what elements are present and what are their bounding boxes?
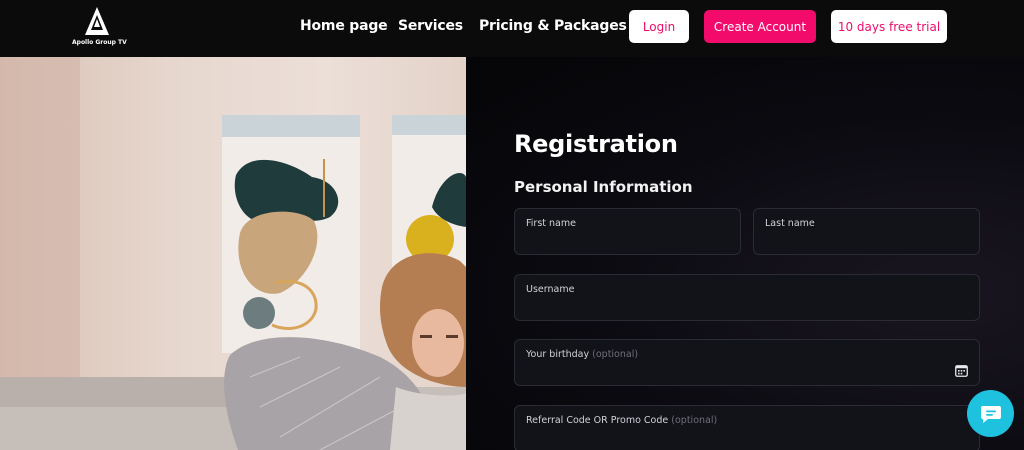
birthday-label-text: Your birthday — [526, 349, 590, 360]
birthday-label: Your birthday (optional) — [526, 349, 638, 360]
birthday-input[interactable] — [525, 362, 969, 380]
last-name-label: Last name — [765, 218, 815, 229]
chat-button[interactable] — [967, 390, 1014, 437]
nav-home-page[interactable]: Home page — [300, 18, 388, 34]
referral-label-text: Referral Code OR Promo Code — [526, 415, 669, 426]
first-name-input[interactable] — [525, 231, 730, 249]
last-name-input[interactable] — [764, 231, 969, 249]
username-label: Username — [526, 284, 575, 295]
free-trial-button[interactable]: 10 days free trial — [831, 10, 947, 43]
referral-code-label: Referral Code OR Promo Code (optional) — [526, 415, 717, 426]
first-name-field[interactable]: First name — [514, 208, 741, 255]
create-account-button[interactable]: Create Account — [704, 10, 816, 43]
nav-services[interactable]: Services — [398, 18, 463, 34]
calendar-icon[interactable] — [955, 364, 968, 377]
registration-title: Registration — [514, 130, 678, 158]
chat-icon — [980, 405, 1001, 423]
personal-information-heading: Personal Information — [514, 178, 693, 196]
first-name-label: First name — [526, 218, 576, 229]
nav-pricing-packages[interactable]: Pricing & Packages — [479, 18, 627, 34]
username-field[interactable]: Username — [514, 274, 980, 321]
last-name-field[interactable]: Last name — [753, 208, 980, 255]
username-input[interactable] — [525, 297, 969, 315]
brand-logo[interactable]: Apollo Group TV — [72, 6, 127, 48]
hero-photo — [0, 57, 466, 450]
referral-code-input[interactable] — [525, 428, 969, 446]
referral-optional-hint: (optional) — [671, 415, 718, 426]
registration-panel: Registration Personal Information First … — [466, 57, 1024, 450]
logo-icon — [85, 7, 109, 35]
login-button[interactable]: Login — [629, 10, 689, 43]
top-navigation-bar: Apollo Group TV Home page Services Prici… — [0, 0, 1024, 57]
photo-illustration — [0, 57, 466, 450]
brand-name: Apollo Group TV — [72, 39, 127, 46]
birthday-optional-hint: (optional) — [592, 349, 639, 360]
referral-code-field[interactable]: Referral Code OR Promo Code (optional) — [514, 405, 980, 450]
birthday-field[interactable]: Your birthday (optional) — [514, 339, 980, 386]
